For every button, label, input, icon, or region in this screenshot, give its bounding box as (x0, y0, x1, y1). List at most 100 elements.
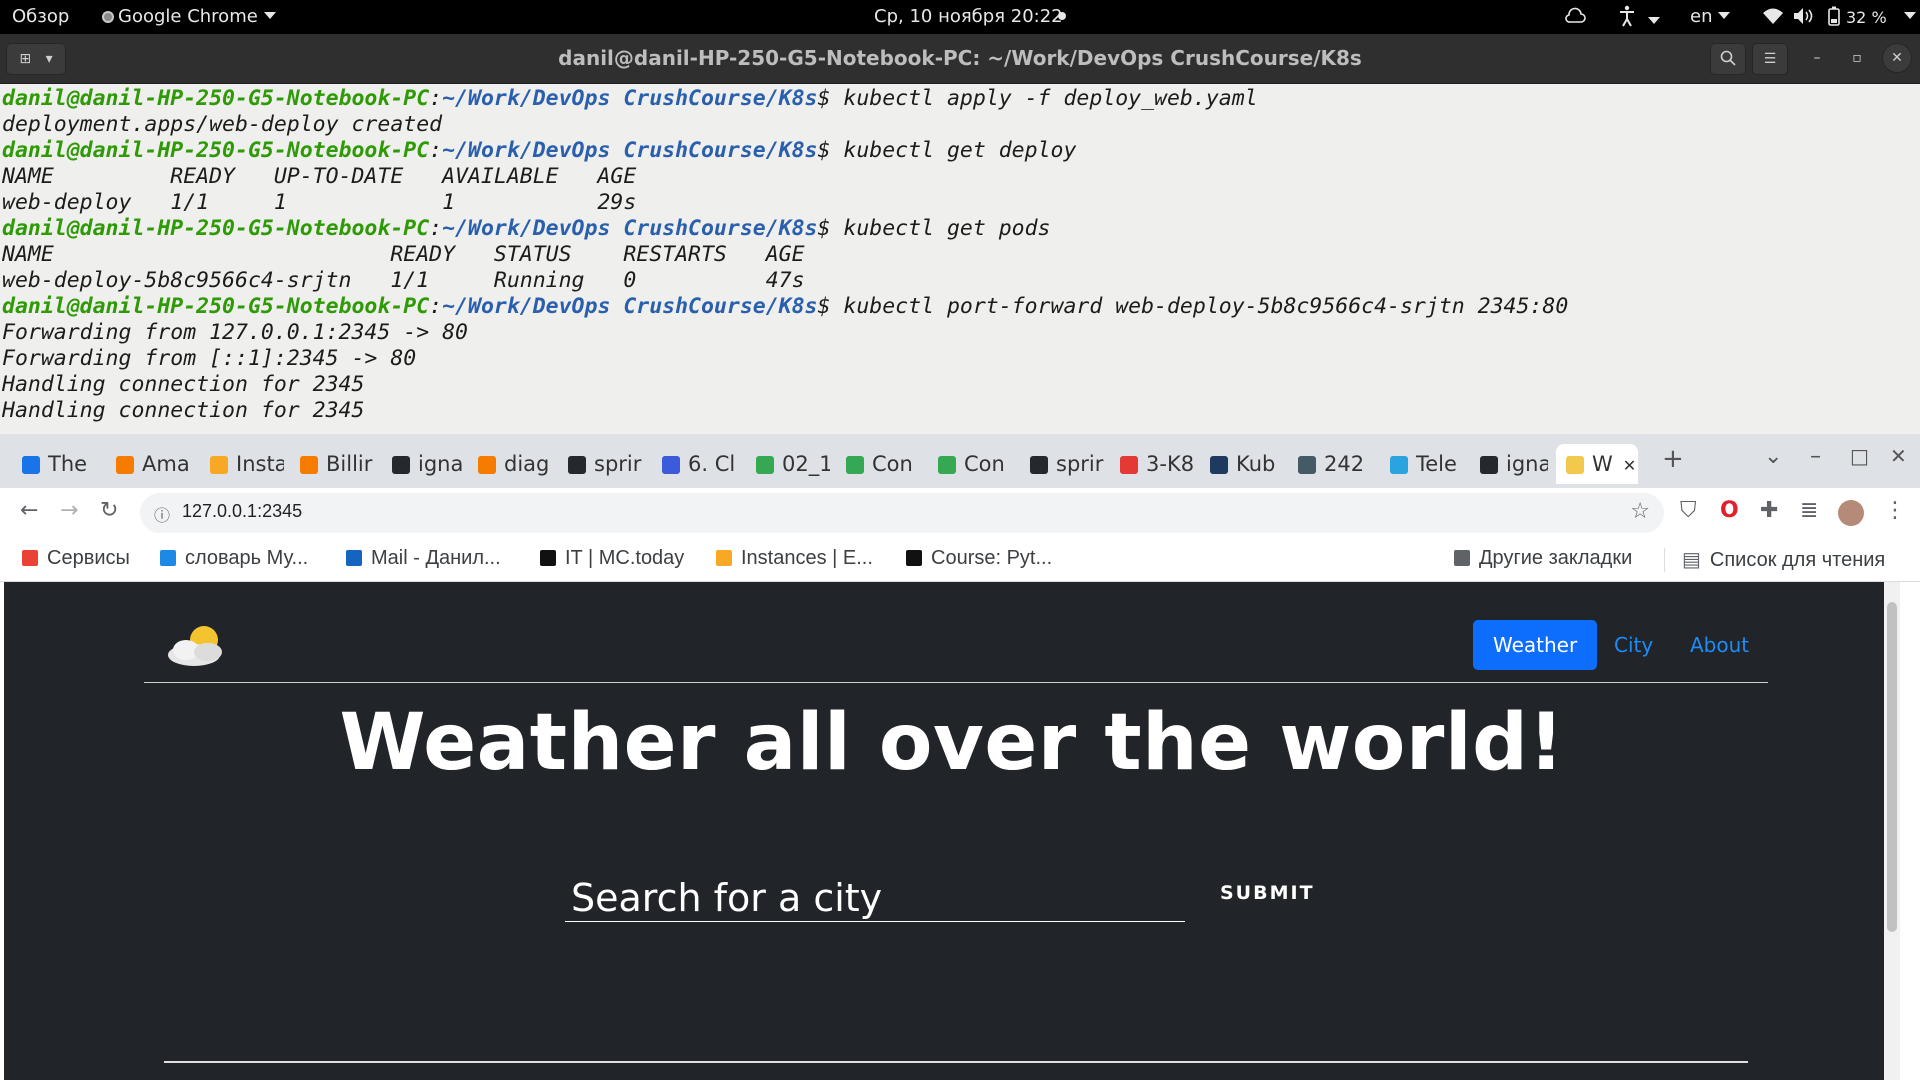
reading-list-label: Список для чтения (1709, 549, 1886, 571)
app-menu[interactable]: Google Chrome (102, 6, 276, 27)
maximize-button[interactable]: ▫ (1842, 43, 1872, 75)
system-top-bar: Обзор Google Chrome Ср, 10 ноября 20:22 … (0, 0, 1920, 34)
bookmark-favicon-icon (22, 550, 38, 566)
reading-list-queue-icon[interactable]: ≣ (1800, 498, 1818, 523)
browser-tab[interactable]: Con (838, 444, 922, 484)
browser-tab[interactable]: Tele (1382, 444, 1464, 484)
tab-label: W (1592, 452, 1613, 476)
tab-label: igna (418, 452, 462, 476)
tab-search-icon[interactable]: ⌄ (1764, 444, 1782, 469)
submit-button[interactable]: SUBMIT (1220, 882, 1315, 904)
browser-tab[interactable]: 6. Cl (654, 444, 740, 484)
browser-tab[interactable]: diag (470, 444, 552, 484)
bookmark-item[interactable]: Сервисы (22, 547, 130, 570)
browser-tab[interactable]: igna (1472, 444, 1548, 484)
nav-about[interactable]: About (1670, 620, 1769, 670)
browser-tab[interactable]: sprir (1022, 444, 1104, 484)
other-bookmarks-label: Другие закладки (1479, 547, 1633, 569)
terminal-title: danil@danil-HP-250-G5-Notebook-PC: ~/Wor… (558, 46, 1362, 70)
battery-icon[interactable] (1828, 6, 1840, 31)
extensions-icon[interactable]: ✚ (1760, 498, 1778, 523)
accessibility-icon[interactable] (1618, 5, 1660, 32)
tab-label: Ama (142, 452, 190, 476)
nav-city[interactable]: City (1594, 620, 1673, 670)
browser-tab[interactable]: Kub (1202, 444, 1282, 484)
url-text[interactable]: 127.0.0.1:2345 (182, 501, 302, 522)
prompt-path: ~/Work/DevOps CrushCourse/K8s (442, 216, 818, 241)
address-bar[interactable]: ⓘ 127.0.0.1:2345 ☆ (140, 493, 1664, 533)
weather-logo-icon[interactable] (164, 620, 234, 670)
city-search-input[interactable] (565, 874, 1185, 922)
opera-extension-icon[interactable]: O (1720, 498, 1739, 523)
browser-tab[interactable]: Con (930, 444, 1014, 484)
forward-icon[interactable]: → (60, 498, 78, 523)
browser-tab[interactable]: 242 (1290, 444, 1374, 484)
info-icon[interactable]: ⓘ (154, 502, 170, 526)
new-tab-icon[interactable]: + (1662, 444, 1684, 474)
prompt-separator: : (429, 138, 443, 163)
bookmark-item[interactable]: словарь Му... (160, 547, 308, 570)
back-icon[interactable]: ← (20, 498, 38, 523)
search-button[interactable] (1710, 43, 1746, 75)
browser-tab[interactable]: sprir (560, 444, 646, 484)
bookmark-item[interactable]: IT | MC.today (540, 547, 684, 570)
tab-favicon-icon (756, 456, 774, 474)
nav-weather[interactable]: Weather (1473, 620, 1598, 670)
browser-tab[interactable]: 3-K8 (1112, 444, 1194, 484)
page-scrollbar[interactable] (1884, 582, 1900, 1080)
bookmark-item[interactable]: Course: Pyt... (906, 547, 1052, 570)
terminal-output-line: Forwarding from [::1]:2345 -> 80 (2, 346, 417, 371)
prompt-separator: : (429, 216, 443, 241)
activities-button[interactable]: Обзор (12, 6, 69, 27)
clock[interactable]: Ср, 10 ноября 20:22 (874, 6, 1063, 27)
bookmark-star-icon[interactable]: ☆ (1630, 499, 1650, 524)
browser-tab[interactable]: 02_1 (748, 444, 830, 484)
reload-icon[interactable]: ↻ (100, 498, 118, 523)
tab-label: The (48, 452, 88, 476)
footer-divider (164, 1061, 1748, 1063)
other-bookmarks[interactable]: Другие закладки (1454, 547, 1632, 570)
tab-active[interactable]: W ✕ (1556, 444, 1638, 484)
browser-tab[interactable]: The (14, 444, 100, 484)
more-options-icon[interactable]: ⋮ (1884, 498, 1906, 523)
wifi-icon[interactable] (1762, 7, 1784, 30)
bookmarks-separator (1664, 548, 1665, 572)
tab-favicon-icon (1210, 456, 1228, 474)
tab-favicon-icon (300, 456, 318, 474)
bookmark-item[interactable]: Mail - Данил... (346, 547, 501, 570)
bookmarks-bar: Сервисы словарь Му... Mail - Данил... IT | … (0, 538, 1920, 582)
profile-avatar[interactable] (1838, 500, 1864, 526)
system-menu-arrow[interactable] (1898, 6, 1916, 27)
minimize-button[interactable]: – (1802, 43, 1832, 75)
close-tab-icon[interactable]: ✕ (1623, 456, 1636, 475)
shield-extension-icon[interactable]: ⛉ (1680, 498, 1697, 523)
menu-button[interactable]: ☰ (1752, 43, 1788, 75)
browser-tab[interactable]: Billir (292, 444, 376, 484)
tab-favicon-icon (1566, 456, 1584, 474)
bookmark-favicon-icon (716, 550, 732, 566)
scrollbar-thumb[interactable] (1887, 602, 1897, 932)
bookmark-favicon-icon (540, 550, 556, 566)
reading-list[interactable]: ▤ Список для чтения (1682, 547, 1885, 572)
browser-tab[interactable]: Insta (202, 444, 284, 484)
browser-tab[interactable]: igna (384, 444, 462, 484)
prompt-dollar: $ (817, 294, 844, 319)
terminal-output-line: web-deploy 1/1 1 1 29s (2, 190, 637, 215)
language-indicator[interactable]: en (1690, 6, 1731, 27)
tab-label: sprir (1056, 452, 1104, 476)
tab-favicon-icon (116, 456, 134, 474)
maximize-icon[interactable]: □ (1850, 444, 1869, 468)
folder-icon (1454, 550, 1470, 566)
minimize-icon[interactable]: – (1810, 444, 1821, 469)
browser-tab[interactable]: Ama (108, 444, 194, 484)
close-window-icon[interactable]: ✕ (1890, 444, 1907, 468)
hero-title: Weather all over the world! (339, 698, 1565, 788)
volume-icon[interactable] (1792, 7, 1816, 30)
close-button[interactable]: ✕ (1882, 43, 1912, 73)
prompt-path: ~/Work/DevOps CrushCourse/K8s (442, 294, 818, 319)
cloud-icon[interactable] (1564, 7, 1586, 30)
chrome-window: The Ama Insta Billir igna diag sprir 6. Cl 02_1 C… (0, 434, 1920, 1080)
terminal-output[interactable]: danil@danil-HP-250-G5-Notebook-PC:~/Work… (0, 84, 1920, 436)
bookmark-favicon-icon (906, 550, 922, 566)
bookmark-item[interactable]: Instances | E... (716, 547, 873, 570)
